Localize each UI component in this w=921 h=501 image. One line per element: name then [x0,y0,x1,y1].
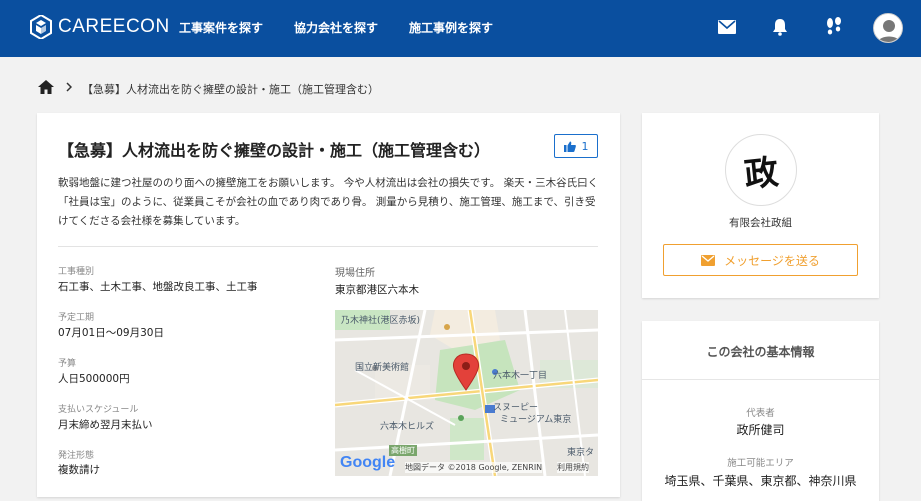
brand-name: CAREECON [58,16,170,37]
location-map[interactable]: 乃木神社(港区赤坂) 国立新美術館 六本木一丁目 六本木ヒルズ スヌーピー ミュ… [335,310,598,476]
divider [642,379,879,380]
project-description: 軟弱地盤に建つ社屋ののり面への擁壁施工をお願いします。 今や人材流出は会社の損失… [58,177,599,227]
mail-icon[interactable] [716,16,738,38]
map-graphic [335,310,598,476]
map-label-museum: 国立新美術館 [355,363,410,373]
map-label-nogi: 乃木神社(港区赤坂) [341,316,421,326]
budget-value: 人日500000円 [58,373,130,385]
send-message-label: メッセージを送る [724,253,820,268]
divider [58,246,598,247]
project-title: 【急募】人材流出を防ぐ擁壁の設計・施工（施工管理含む） [58,141,491,160]
careecon-logo[interactable]: CAREECON [30,15,170,39]
order-type-value: 複数請け [58,464,100,476]
like-button[interactable]: 1 [554,134,598,158]
nav-find-partners[interactable]: 協力会社を探す [294,19,378,36]
careecon-logo-icon [30,15,52,39]
company-info-card: この会社の基本情報 代表者 政所健司 施工可能エリア 埼玉県、千葉県、東京都、神… [642,321,879,501]
map-attribution: 地図データ ©2018 Google, ZENRIN [405,462,543,473]
project-card: 【急募】人材流出を防ぐ擁壁の設計・施工（施工管理含む） 1 軟弱地盤に建つ社屋の… [37,113,620,497]
info-title: この会社の基本情報 [706,345,815,359]
chevron-right-icon [66,82,73,95]
schedule-label: 予定工期 [58,313,95,323]
location-label: 現場住所 [335,268,375,279]
breadcrumb-current: 【急募】人材流出を防ぐ擁壁の設計・施工（施工管理含む） [82,82,379,96]
schedule-value: 07月01日〜09月30日 [58,327,164,339]
bell-icon[interactable] [769,16,791,38]
breadcrumb: 【急募】人材流出を防ぐ擁壁の設計・施工（施工管理含む） [38,80,379,97]
like-count: 1 [581,139,589,153]
service-area-label: 施工可能エリア [727,458,794,469]
company-logo[interactable]: 政 [725,134,797,206]
google-logo: Google [340,454,396,471]
service-area-value: 埼玉県、千葉県、東京都、神奈川県 [664,474,857,488]
work-type-value: 石工事、土木工事、地盤改良工事、土工事 [58,281,258,293]
send-message-button[interactable]: メッセージを送る [663,244,858,276]
thumbs-up-icon [563,141,576,152]
company-card: 政 有限会社政組 メッセージを送る [642,113,879,298]
map-terms-link[interactable]: 利用規約 [557,462,589,473]
location-value: 東京都港区六本木 [335,284,419,296]
top-header: CAREECON 工事案件を探す 協力会社を探す 施工事例を探す [0,0,921,57]
map-label-museum-tokyo: ミュージアム東京 [500,415,572,425]
budget-label: 予算 [58,359,77,369]
representative-label: 代表者 [746,408,775,419]
company-logo-glyph: 政 [742,151,781,196]
representative-value: 政所健司 [736,423,785,437]
payment-label: 支払いスケジュール [58,405,139,415]
map-label-roppongi1: 六本木一丁目 [493,371,548,381]
payment-value: 月末締め翌月末払い [58,419,153,431]
map-label-hills: 六本木ヒルズ [380,422,435,432]
nav-find-cases[interactable]: 施工事例を探す [409,19,493,36]
footprints-icon[interactable] [823,16,845,38]
envelope-icon [701,254,716,266]
home-icon[interactable] [38,80,54,97]
work-type-label: 工事種別 [58,267,95,277]
order-type-label: 発注形態 [58,451,95,461]
map-label-tokyo-tower: 東京タ [567,448,595,458]
company-name[interactable]: 有限会社政組 [642,215,879,230]
user-avatar[interactable] [873,13,903,43]
nav-find-projects[interactable]: 工事案件を探す [179,19,263,36]
